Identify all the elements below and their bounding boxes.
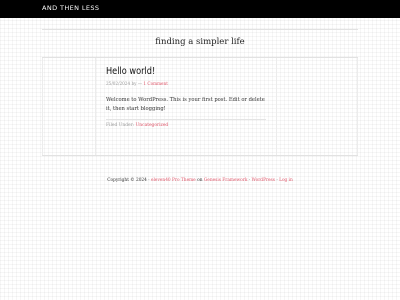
site-title-link[interactable]: AND THEN LESS <box>42 4 99 12</box>
login-link[interactable]: Log in <box>279 178 293 183</box>
right-sidebar-divider <box>276 58 277 155</box>
post-content: Welcome to WordPress. This is your first… <box>106 97 265 112</box>
theme-link[interactable]: eleven40 Pro Theme <box>151 178 196 183</box>
post-footer: Filed Under: Uncategorized <box>106 123 168 128</box>
wordpress-link[interactable]: WordPress <box>252 178 275 183</box>
left-sidebar-divider <box>95 58 96 155</box>
post-footer-divider <box>106 119 266 120</box>
footer-separator: · <box>276 178 278 183</box>
category-link[interactable]: Uncategorized <box>136 123 169 128</box>
copyright-text: Copyright © 2024 · <box>107 178 150 183</box>
right-border <box>357 58 358 155</box>
top-bar: AND THEN LESS <box>0 0 400 18</box>
site-tagline: finding a simpler life <box>155 37 245 47</box>
post-date: 25/02/2024 by <box>106 81 137 86</box>
on-text: on <box>197 178 203 183</box>
left-border <box>42 58 43 155</box>
header-top-divider <box>42 29 358 30</box>
post-entry: Hello world! 25/02/2024 by — 1 Comment W… <box>106 66 266 114</box>
framework-link[interactable]: Genesis Framework <box>204 178 248 183</box>
post-title-link[interactable]: Hello world! <box>106 66 237 77</box>
post-meta: 25/02/2024 by — 1 Comment <box>106 81 266 86</box>
filed-under-label: Filed Under: <box>106 123 135 128</box>
site-footer: Copyright © 2024 · eleven40 Pro Theme on… <box>0 178 400 183</box>
footer-separator: · <box>248 178 251 183</box>
comments-link[interactable]: 1 Comment <box>143 81 168 86</box>
content-bottom-divider <box>42 155 358 156</box>
